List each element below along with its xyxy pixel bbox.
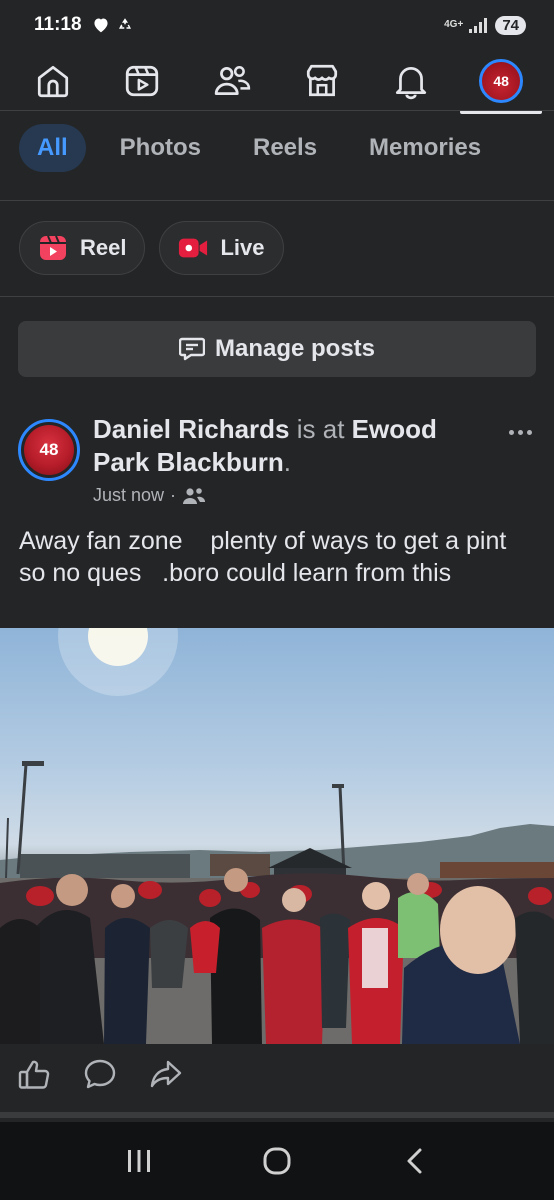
post-photo[interactable] — [0, 628, 554, 1044]
system-navigation — [0, 1122, 554, 1200]
nav-divider — [0, 110, 554, 111]
signal-icon — [469, 18, 488, 33]
author-name[interactable]: Daniel Richards — [93, 414, 290, 444]
recycle-icon — [118, 18, 131, 29]
status-bar: 11:18 4G+ 74 — [0, 0, 554, 50]
author-avatar-label: 48 — [39, 440, 59, 459]
post-title: Daniel Richards is at Ewood Park Blackbu… — [93, 413, 483, 479]
profile-avatar: 48 — [479, 59, 524, 103]
nav-notifications[interactable] — [376, 54, 446, 108]
nav-friends[interactable] — [197, 54, 267, 108]
video-icon — [126, 65, 159, 97]
home-circle-icon — [263, 1147, 291, 1175]
like-button[interactable] — [18, 1058, 50, 1090]
post-time[interactable]: Just now — [93, 485, 164, 506]
comment-button[interactable] — [84, 1058, 116, 1090]
share-icon — [150, 1060, 182, 1088]
post-header: 48 Daniel Richards is at Ewood Park Blac… — [18, 413, 538, 513]
meta-separator: · — [170, 485, 177, 505]
reel-label: Reel — [80, 235, 127, 260]
nav-home[interactable] — [18, 54, 88, 108]
home-icon — [37, 65, 68, 98]
post-meta: Just now · — [93, 485, 206, 506]
share-button[interactable] — [150, 1058, 182, 1090]
tab-memories[interactable]: Memories — [351, 124, 499, 172]
live-video-icon — [179, 238, 208, 258]
friends-audience-icon[interactable] — [182, 486, 206, 506]
tabs-divider — [0, 200, 554, 201]
tab-all[interactable]: All — [19, 124, 86, 172]
more-dot — [508, 429, 514, 435]
tab-reels[interactable]: Reels — [235, 124, 335, 172]
nav-marketplace[interactable] — [287, 54, 357, 108]
post-period: . — [283, 447, 291, 477]
manage-posts-icon — [178, 337, 205, 361]
manage-posts-button[interactable]: Manage posts — [18, 321, 536, 377]
post-more-button[interactable] — [502, 417, 538, 447]
create-chips: Reel Live — [19, 221, 284, 275]
more-dot — [526, 429, 532, 435]
live-label: Live — [220, 235, 265, 260]
reel-button[interactable]: Reel — [19, 221, 146, 275]
like-icon — [18, 1060, 50, 1089]
recents-button[interactable] — [109, 1131, 169, 1191]
filter-tabs: All Photos Reels Memories — [0, 118, 554, 178]
back-icon — [407, 1148, 422, 1174]
notifications-icon — [396, 67, 427, 100]
status-time: 11:18 — [34, 14, 82, 35]
tab-photos[interactable]: Photos — [102, 124, 219, 172]
home-button[interactable] — [247, 1131, 307, 1191]
post-actions — [18, 1058, 182, 1090]
recents-icon — [128, 1150, 150, 1172]
author-avatar[interactable]: 48 — [18, 419, 80, 481]
post-connector: is at — [289, 414, 352, 444]
nav-video[interactable] — [107, 54, 177, 108]
post-text: Away fan zone plenty of ways to get a pi… — [19, 527, 514, 587]
chips-divider — [0, 296, 554, 297]
battery-indicator: 74 — [495, 15, 526, 35]
more-dot — [517, 429, 523, 435]
live-button[interactable]: Live — [159, 221, 284, 275]
profile-avatar-label: 48 — [493, 73, 509, 89]
manage-posts-label: Manage posts — [214, 335, 376, 362]
back-button[interactable] — [385, 1131, 445, 1191]
nav-profile[interactable]: 48 — [460, 54, 543, 114]
friends-icon — [214, 66, 251, 96]
post-divider — [0, 1112, 554, 1118]
comment-icon — [84, 1059, 116, 1089]
heart-icon — [94, 18, 108, 33]
network-label: 4G+ — [444, 19, 464, 30]
marketplace-icon — [306, 64, 337, 97]
fan-zone-photo — [0, 628, 554, 1044]
top-navigation: 48 — [0, 50, 554, 114]
reel-icon — [40, 235, 66, 260]
